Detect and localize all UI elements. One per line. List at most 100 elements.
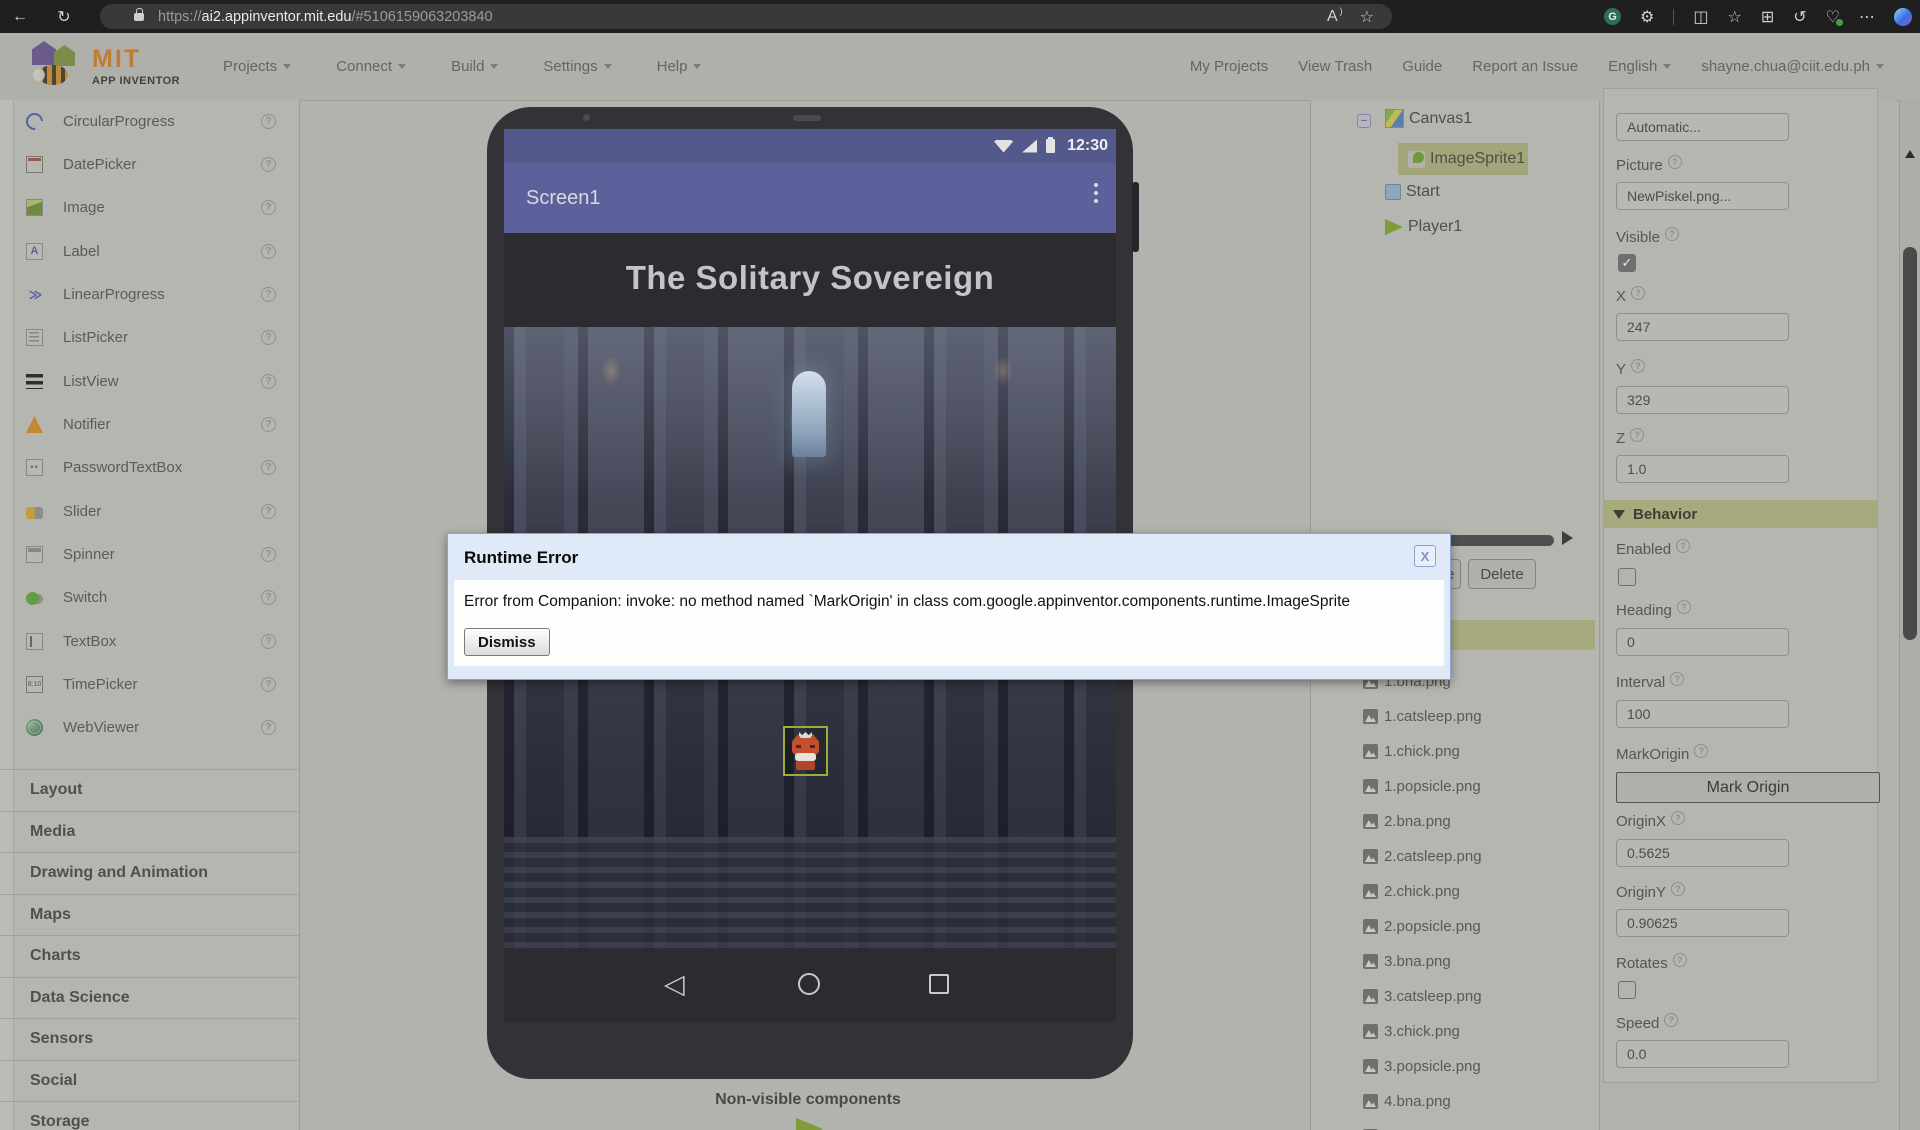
help-icon[interactable]: ? <box>261 330 276 345</box>
palette-section-data-science[interactable]: Data Science <box>0 977 300 1019</box>
tree-item-start[interactable]: Start <box>1385 183 1440 201</box>
read-aloud-icon[interactable]: A <box>1327 8 1338 26</box>
palette-section-layout[interactable]: Layout <box>0 769 300 811</box>
scrollbar-thumb[interactable] <box>1903 247 1917 640</box>
palette-item-linearprogress[interactable]: ≫LinearProgress? <box>14 273 300 316</box>
palette-item-listview[interactable]: ListView? <box>14 360 300 403</box>
help-icon[interactable]: ? <box>261 374 276 389</box>
favorites-bar-icon[interactable]: ☆ <box>1728 7 1742 27</box>
media-file-item[interactable]: 1.chick.png <box>1363 734 1460 769</box>
help-icon[interactable]: ? <box>1668 155 1682 169</box>
mark-origin-button[interactable]: Mark Origin <box>1616 772 1880 803</box>
help-icon[interactable]: ? <box>1676 539 1690 553</box>
height-select[interactable] <box>1616 113 1789 141</box>
help-icon[interactable]: ? <box>261 634 276 649</box>
collapse-icon[interactable]: − <box>1357 114 1371 128</box>
y-field[interactable] <box>1616 386 1789 414</box>
help-icon[interactable]: ? <box>261 677 276 692</box>
media-file-item[interactable]: 4.bna.png <box>1363 1084 1451 1119</box>
help-icon[interactable]: ? <box>1631 286 1645 300</box>
address-bar[interactable]: https://ai2.appinventor.mit.edu/#5106159… <box>100 4 1392 29</box>
palette-item-notifier[interactable]: Notifier? <box>14 403 300 446</box>
interval-field[interactable] <box>1616 700 1789 728</box>
link-report-an-issue[interactable]: Report an Issue <box>1472 58 1578 75</box>
link-my-projects[interactable]: My Projects <box>1190 58 1268 75</box>
page-scrollbar[interactable] <box>1899 100 1920 1130</box>
speed-field[interactable] <box>1616 1040 1789 1068</box>
history-icon[interactable]: ↺ <box>1793 7 1806 27</box>
palette-section-social[interactable]: Social <box>0 1060 300 1102</box>
palette-section-charts[interactable]: Charts <box>0 935 300 977</box>
copilot-icon[interactable] <box>1894 8 1912 26</box>
browser-essentials-icon[interactable]: ♡ <box>1826 7 1840 27</box>
behavior-section-header[interactable]: Behavior <box>1603 500 1878 528</box>
dismiss-button[interactable]: Dismiss <box>464 628 550 656</box>
palette-item-switch[interactable]: Switch? <box>14 576 300 619</box>
help-icon[interactable]: ? <box>1664 1013 1678 1027</box>
menu-settings[interactable]: Settings <box>543 58 611 75</box>
palette-item-webviewer[interactable]: WebViewer? <box>14 706 300 749</box>
help-icon[interactable]: ? <box>1665 227 1679 241</box>
picture-field[interactable] <box>1616 182 1789 210</box>
collections-icon[interactable]: ⊞ <box>1761 7 1774 27</box>
menu-build[interactable]: Build <box>451 58 498 75</box>
media-file-item[interactable]: 2.bna.png <box>1363 804 1451 839</box>
player-component-icon[interactable] <box>796 1118 823 1130</box>
media-file-item[interactable]: 2.chick.png <box>1363 874 1460 909</box>
z-field[interactable] <box>1616 455 1789 483</box>
help-icon[interactable]: ? <box>1671 882 1685 896</box>
media-file-item[interactable]: 3.chick.png <box>1363 1014 1460 1049</box>
browser-refresh-icon[interactable]: ↻ <box>50 7 78 27</box>
palette-item-passwordtextbox[interactable]: ••PasswordTextBox? <box>14 446 300 489</box>
palette-section-storage[interactable]: Storage <box>0 1101 300 1130</box>
help-icon[interactable]: ? <box>261 287 276 302</box>
palette-item-image[interactable]: Image? <box>14 186 300 229</box>
help-icon[interactable]: ? <box>1671 811 1685 825</box>
media-file-item[interactable]: 2.popsicle.png <box>1363 909 1481 944</box>
help-icon[interactable]: ? <box>261 244 276 259</box>
split-screen-icon[interactable]: ◫ <box>1693 7 1708 27</box>
help-icon[interactable]: ? <box>1673 953 1687 967</box>
delete-button[interactable]: Delete <box>1468 559 1536 589</box>
palette-item-datepicker[interactable]: DatePicker? <box>14 143 300 186</box>
language-selector[interactable]: English <box>1608 58 1671 75</box>
link-view-trash[interactable]: View Trash <box>1298 58 1372 75</box>
rotates-checkbox[interactable] <box>1618 981 1636 999</box>
tree-item-canvas1[interactable]: Canvas1 <box>1385 109 1472 128</box>
favorite-star-icon[interactable]: ☆ <box>1360 7 1374 27</box>
media-file-item[interactable]: 3.catsleep.png <box>1363 979 1482 1014</box>
help-icon[interactable]: ? <box>1630 428 1644 442</box>
extensions-icon[interactable]: ⚙ <box>1640 7 1654 27</box>
palette-item-timepicker[interactable]: 8:10TimePicker? <box>14 663 300 706</box>
palette-item-listpicker[interactable]: ListPicker? <box>14 316 300 359</box>
tree-item-imagesprite1-selected[interactable]: ImageSprite1 <box>1398 143 1528 175</box>
tree-collapse-toggle[interactable]: − <box>1357 114 1371 128</box>
palette-section-sensors[interactable]: Sensors <box>0 1018 300 1060</box>
help-icon[interactable]: ? <box>261 547 276 562</box>
palette-section-drawing-and-animation[interactable]: Drawing and Animation <box>0 852 300 894</box>
originx-field[interactable] <box>1616 839 1789 867</box>
media-file-item[interactable]: 1.catsleep.png <box>1363 699 1482 734</box>
help-icon[interactable]: ? <box>1677 600 1691 614</box>
help-icon[interactable]: ? <box>261 417 276 432</box>
image-sprite-selected[interactable] <box>783 726 828 776</box>
menu-connect[interactable]: Connect <box>336 58 406 75</box>
help-icon[interactable]: ? <box>261 460 276 475</box>
heading-field[interactable] <box>1616 628 1789 656</box>
link-guide[interactable]: Guide <box>1402 58 1442 75</box>
scroll-right-arrow-icon[interactable] <box>1562 531 1573 545</box>
media-file-item[interactable]: 4.catsleep.png <box>1363 1119 1482 1130</box>
browser-back-icon[interactable]: ← <box>6 8 34 26</box>
palette-item-circularprogress[interactable]: CircularProgress? <box>14 100 300 143</box>
enabled-checkbox[interactable] <box>1618 568 1636 586</box>
menu-projects[interactable]: Projects <box>223 58 291 75</box>
media-file-item[interactable]: 3.popsicle.png <box>1363 1049 1481 1084</box>
help-icon[interactable]: ? <box>261 200 276 215</box>
grammarly-icon[interactable]: G <box>1604 8 1621 25</box>
help-icon[interactable]: ? <box>261 157 276 172</box>
help-icon[interactable]: ? <box>261 114 276 129</box>
help-icon[interactable]: ? <box>1631 359 1645 373</box>
help-icon[interactable]: ? <box>261 590 276 605</box>
page-url[interactable]: https://ai2.appinventor.mit.edu/#5106159… <box>158 9 1327 25</box>
media-file-item[interactable]: 1.popsicle.png <box>1363 769 1481 804</box>
